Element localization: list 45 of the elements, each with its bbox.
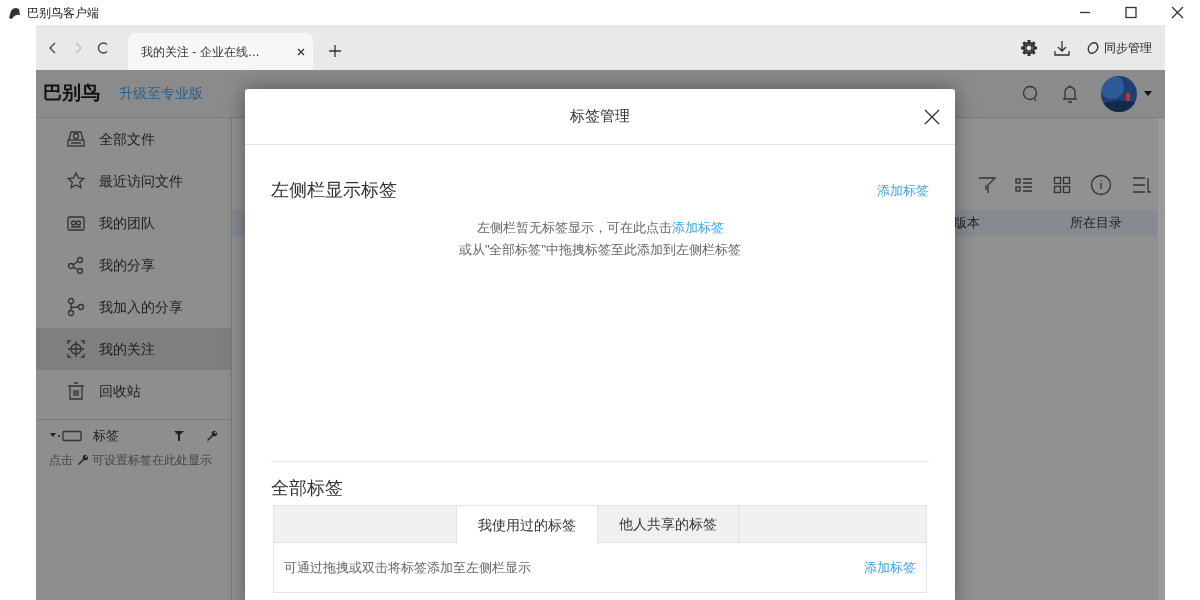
share-icon [66, 255, 86, 275]
section-heading: 左侧栏显示标签 [271, 179, 397, 202]
caret-icon[interactable] [1144, 90, 1152, 97]
close-icon[interactable] [924, 109, 940, 125]
star-icon [66, 171, 86, 191]
sidebar-item[interactable]: 我的团队 [36, 202, 231, 244]
drive-icon [66, 129, 86, 149]
menu-icon[interactable] [1131, 176, 1152, 194]
tab[interactable]: 他人共享的标签 [598, 506, 739, 543]
tags-hint: 可通过拖拽或双击将标签添加至左侧栏显示 [284, 559, 531, 577]
sidebar-item[interactable]: 我加入的分享 [36, 286, 231, 328]
add-tag-link[interactable]: 添加标签 [864, 558, 916, 578]
grid-icon[interactable] [1052, 176, 1071, 194]
tab[interactable]: 我使用过的标签 [456, 506, 598, 545]
tag-expander-icon[interactable] [49, 429, 83, 442]
add-tag-link[interactable]: 添加标签 [671, 220, 724, 235]
browser-tab[interactable]: 我的关注 - 企业在线… [128, 33, 313, 70]
tags-label: 标签 [92, 427, 119, 445]
sidebar-item[interactable]: 最近访问文件 [36, 160, 231, 202]
sync-button[interactable]: 同步管理 [1084, 38, 1152, 57]
empty-message: 左侧栏暂无标签显示，可在此点击添加标签 [476, 219, 724, 237]
sidebar-item[interactable]: 回收站 [36, 370, 231, 412]
column-header: 所在目录 [1070, 214, 1122, 233]
sidebar-item[interactable]: 我的关注 [36, 328, 231, 370]
sidebar-item[interactable]: 我的分享 [36, 244, 231, 286]
info-icon[interactable] [1090, 174, 1112, 196]
settings-icon[interactable] [1018, 37, 1039, 58]
target-icon [66, 339, 86, 359]
sidebar-item[interactable]: 全部文件 [36, 118, 231, 160]
team-folder-icon [66, 213, 86, 233]
list-icon[interactable] [1015, 176, 1033, 194]
wrench-icon [76, 453, 89, 465]
trash-icon [66, 381, 86, 401]
tags-hint: 点击 可设置标签在此处显示 [48, 452, 213, 469]
wrench-icon[interactable] [205, 429, 218, 443]
scrollbar[interactable] [1158, 118, 1165, 600]
add-tag-link[interactable]: 添加标签 [877, 180, 929, 201]
nodes-icon [66, 297, 86, 317]
section-heading: 全部标签 [271, 477, 343, 500]
brand-logo: 巴别鸟 [42, 81, 100, 106]
empty-message: 或从"全部标签"中拖拽标签至此添加到左侧栏标签 [458, 241, 742, 259]
dialog-title: 标签管理 [570, 106, 630, 127]
window-title: 巴别鸟客户端 [27, 4, 99, 22]
bell-icon[interactable] [1060, 82, 1080, 105]
column-header: 版本 [954, 214, 980, 233]
